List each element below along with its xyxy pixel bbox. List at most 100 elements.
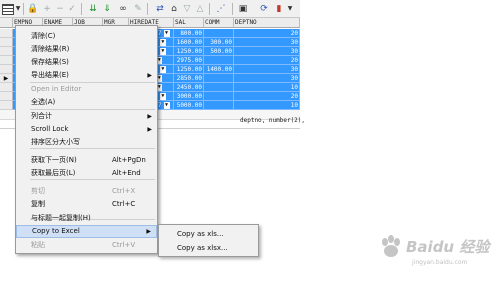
submenu-arrow-icon: ▶ xyxy=(147,126,152,133)
menu-item-label: 排序区分大小写 xyxy=(31,138,80,146)
submenu-arrow-icon: ▶ xyxy=(147,72,152,79)
table-cell[interactable] xyxy=(204,101,234,110)
find-icon[interactable]: 🔒 xyxy=(27,2,39,16)
table-cell[interactable]: 20 xyxy=(234,92,300,101)
case-sensitive-sort-item[interactable]: 排序区分大小写 xyxy=(16,136,157,149)
copy-to-excel-item[interactable]: Copy to Excel ▶ xyxy=(16,225,157,238)
save-results-item[interactable]: 保存结果(S) xyxy=(16,56,157,69)
table-cell[interactable]: 2975.00 xyxy=(174,56,204,65)
refresh-icon[interactable]: ⟳ xyxy=(258,2,270,16)
cut-item: 剪切 Ctrl+X xyxy=(16,185,157,198)
clear-results-item[interactable]: 清除结果(R) xyxy=(16,43,157,56)
column-header-comm[interactable]: COMM xyxy=(204,18,234,28)
clear-icon[interactable]: ✎ xyxy=(133,2,143,16)
binoculars-icon[interactable]: ∞ xyxy=(116,2,130,16)
scroll-lock-item[interactable]: Scroll Lock ▶ xyxy=(16,123,157,136)
copy-with-headers-item[interactable]: 与标题一起复制(H) xyxy=(16,212,157,225)
copy-as-xls-item[interactable]: Copy as xls... xyxy=(159,227,258,241)
column-total-item[interactable]: 列合计 ▶ xyxy=(16,110,157,123)
row-indicator[interactable] xyxy=(0,101,13,110)
column-header-sal[interactable]: SAL xyxy=(174,18,204,28)
open-in-editor-item: Open in Editor xyxy=(16,83,157,96)
table-cell[interactable]: 500.00 xyxy=(204,47,234,56)
last-page-icon[interactable]: ⇓ xyxy=(101,2,113,16)
date-picker-icon[interactable]: ▼ xyxy=(163,30,170,37)
home-icon[interactable]: ⌂ xyxy=(168,2,180,16)
row-indicator[interactable] xyxy=(0,47,13,56)
table-cell[interactable]: 10 xyxy=(234,101,300,110)
row-indicator[interactable] xyxy=(0,29,13,38)
export-dropdown-icon[interactable]: ▼ xyxy=(287,2,293,16)
menu-item-label: 清除结果(R) xyxy=(31,45,70,53)
table-cell[interactable] xyxy=(204,29,234,38)
table-cell[interactable]: 30 xyxy=(234,74,300,83)
date-picker-icon[interactable]: ▼ xyxy=(159,39,166,46)
save-icon[interactable]: ▣ xyxy=(237,2,249,16)
row-indicator[interactable] xyxy=(0,92,13,101)
table-cell[interactable]: 800.00 xyxy=(174,29,204,38)
table-cell[interactable]: 20 xyxy=(234,56,300,65)
menu-item-shortcut: Ctrl+X xyxy=(112,187,136,195)
chart-icon[interactable]: ⋰ xyxy=(214,2,228,16)
menu-item-label: 获取最后页(L) xyxy=(31,169,76,177)
export-results-item[interactable]: 导出结果(E) ▶ xyxy=(16,69,157,82)
up-icon[interactable]: ▽ xyxy=(182,2,192,16)
menu-item-label: 清除(C) xyxy=(31,32,56,40)
date-picker-icon[interactable]: ▼ xyxy=(163,102,170,109)
clear-item[interactable]: 清除(C) xyxy=(16,30,157,43)
grid-icon[interactable] xyxy=(2,4,14,15)
fetch-last-page-item[interactable]: 获取最后页(L) Alt+End xyxy=(16,167,157,180)
table-cell[interactable] xyxy=(204,83,234,92)
connect-icon[interactable]: ⇄ xyxy=(154,2,166,16)
paste-item: 粘贴 Ctrl+V xyxy=(16,239,157,252)
menu-item-shortcut: Ctrl+C xyxy=(112,200,136,208)
table-cell[interactable]: 1250.00 xyxy=(174,65,204,74)
row-header-corner xyxy=(0,18,13,28)
menu-item-label: Copy to Excel xyxy=(32,227,80,235)
add-icon[interactable]: + xyxy=(42,2,52,16)
row-indicator[interactable] xyxy=(0,38,13,47)
date-picker-icon[interactable]: ▼ xyxy=(159,66,166,73)
fetch-next-page-item[interactable]: 获取下一页(N) Alt+PgDn xyxy=(16,154,157,167)
table-cell[interactable]: 30 xyxy=(234,47,300,56)
table-cell[interactable]: 300.00 xyxy=(204,38,234,47)
table-cell[interactable]: 1600.00 xyxy=(174,38,204,47)
table-cell[interactable]: 10 xyxy=(234,83,300,92)
menu-item-label: 与标题一起复制(H) xyxy=(31,214,91,222)
table-cell[interactable]: 2450.00 xyxy=(174,83,204,92)
remove-icon[interactable]: − xyxy=(55,2,65,16)
copy-as-xlsx-item[interactable]: Copy as xlsx... xyxy=(159,241,258,255)
paw-logo-icon xyxy=(382,235,400,257)
select-all-item[interactable]: 全选(A) xyxy=(16,96,157,109)
row-indicator[interactable] xyxy=(0,83,13,92)
submenu-arrow-icon: ▶ xyxy=(147,113,152,120)
table-cell[interactable]: 3000.00 xyxy=(174,92,204,101)
check-icon[interactable]: ✓ xyxy=(67,2,77,16)
table-cell[interactable]: 20 xyxy=(234,29,300,38)
next-page-icon[interactable]: ⇊ xyxy=(87,2,99,16)
table-cell[interactable] xyxy=(204,92,234,101)
menu-item-label: 复制 xyxy=(31,200,45,208)
down-icon[interactable]: △ xyxy=(195,2,205,16)
date-picker-icon[interactable]: ▼ xyxy=(159,93,166,100)
table-cell[interactable] xyxy=(204,74,234,83)
table-cell[interactable]: 5000.00 xyxy=(174,101,204,110)
export-icon[interactable]: ▮ xyxy=(273,2,285,16)
table-cell[interactable]: 30 xyxy=(234,65,300,74)
copy-item[interactable]: 复制 Ctrl+C xyxy=(16,198,157,211)
menu-item-shortcut: Ctrl+V xyxy=(112,241,136,249)
table-cell[interactable]: 1250.00 xyxy=(174,47,204,56)
row-indicator[interactable]: ▶ xyxy=(0,74,13,83)
row-indicator[interactable] xyxy=(0,56,13,65)
row-indicator[interactable] xyxy=(0,65,13,74)
submenu-arrow-icon: ▶ xyxy=(146,228,151,235)
dropdown-arrow-icon[interactable]: ▼ xyxy=(15,2,21,16)
watermark-brand: Baidu 经验 xyxy=(406,238,490,256)
table-cell[interactable]: 30 xyxy=(234,38,300,47)
column-header-deptno[interactable]: DEPTNO xyxy=(234,18,300,28)
date-picker-icon[interactable]: ▼ xyxy=(159,48,166,55)
table-cell[interactable] xyxy=(204,56,234,65)
menu-item-label: 保存结果(S) xyxy=(31,58,69,66)
table-cell[interactable]: 1400.00 xyxy=(204,65,234,74)
table-cell[interactable]: 2850.00 xyxy=(174,74,204,83)
